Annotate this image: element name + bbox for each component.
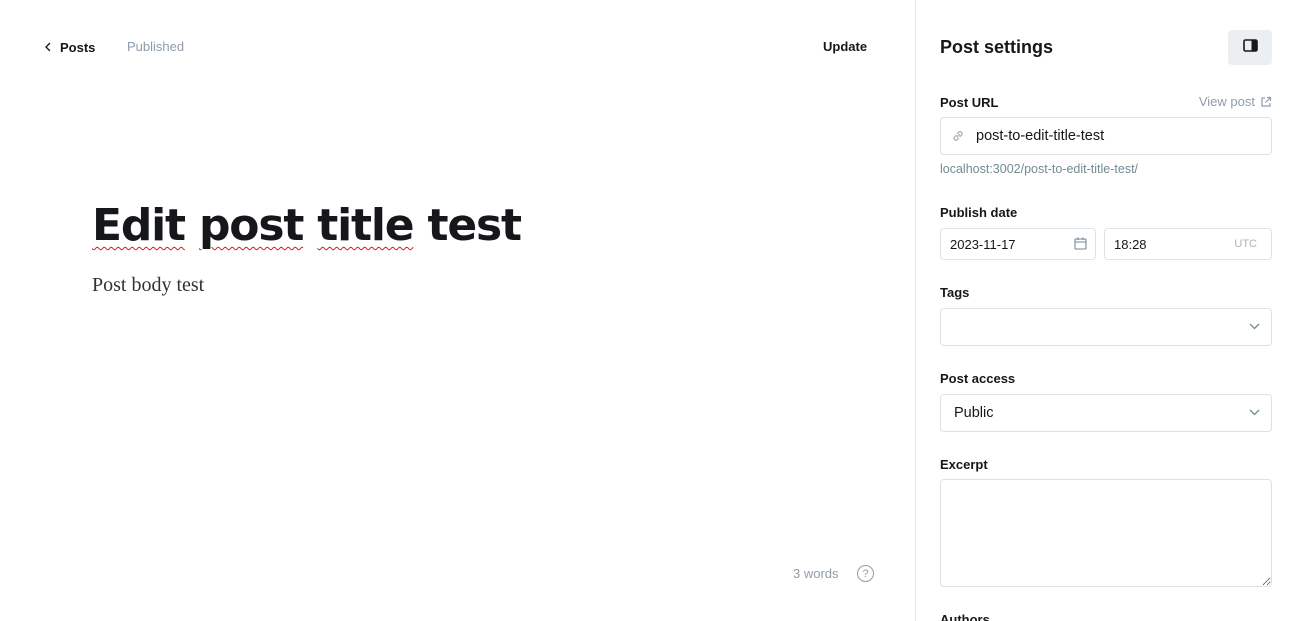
sidebar-panel-icon — [1242, 38, 1258, 57]
chevron-down-icon — [1249, 409, 1260, 416]
post-title[interactable]: Edit post title test — [92, 200, 522, 251]
help-button[interactable]: ? — [857, 565, 874, 582]
title-word: Edit — [92, 200, 186, 251]
editor-area: Posts Published Update Edit post title t… — [0, 0, 915, 621]
tags-select[interactable] — [940, 308, 1272, 346]
publish-time-input[interactable] — [1114, 229, 1214, 259]
post-url-label: Post URL — [940, 95, 999, 110]
panel-toggle-button[interactable] — [1228, 30, 1272, 65]
question-circle-icon: ? — [862, 567, 869, 580]
word-count: 3 words — [793, 566, 839, 581]
publish-time-field: UTC — [1104, 228, 1272, 260]
panel-title: Post settings — [940, 37, 1054, 57]
update-button[interactable]: Update — [815, 37, 875, 56]
title-word: test — [427, 200, 522, 251]
post-url-input[interactable] — [976, 118, 1266, 154]
post-access-value: Public — [954, 405, 994, 421]
external-link-icon — [1260, 96, 1272, 108]
timezone-label: UTC — [1234, 238, 1257, 250]
calendar-icon[interactable] — [1074, 237, 1087, 250]
post-url-hint: localhost:3002/post-to-edit-title-test/ — [940, 162, 1139, 176]
post-settings-panel: Post settings Post URL View post localho… — [915, 0, 1296, 621]
back-to-posts-link[interactable]: Posts — [44, 38, 95, 56]
excerpt-textarea[interactable] — [940, 479, 1272, 587]
post-access-label: Post access — [940, 371, 1016, 386]
publish-date-label: Publish date — [940, 205, 1018, 220]
chevron-down-icon — [1249, 323, 1260, 330]
publish-date-field — [940, 228, 1096, 260]
link-icon — [951, 129, 965, 143]
post-body[interactable]: Post body test — [92, 274, 204, 297]
view-post-link[interactable]: View post — [1199, 94, 1272, 109]
back-link-label: Posts — [60, 39, 96, 55]
title-word: post — [199, 200, 304, 251]
post-status: Published — [127, 39, 185, 54]
chevron-left-icon — [44, 38, 54, 56]
editor-topbar: Posts Published Update — [0, 0, 915, 95]
post-access-select[interactable]: Public — [940, 394, 1272, 432]
publish-date-input[interactable] — [950, 229, 1070, 259]
excerpt-label: Excerpt — [940, 457, 988, 472]
title-word: title — [317, 200, 414, 251]
post-url-field — [940, 117, 1272, 155]
view-post-label: View post — [1198, 94, 1255, 109]
tags-label: Tags — [940, 285, 970, 300]
authors-label: Authors — [940, 612, 990, 621]
